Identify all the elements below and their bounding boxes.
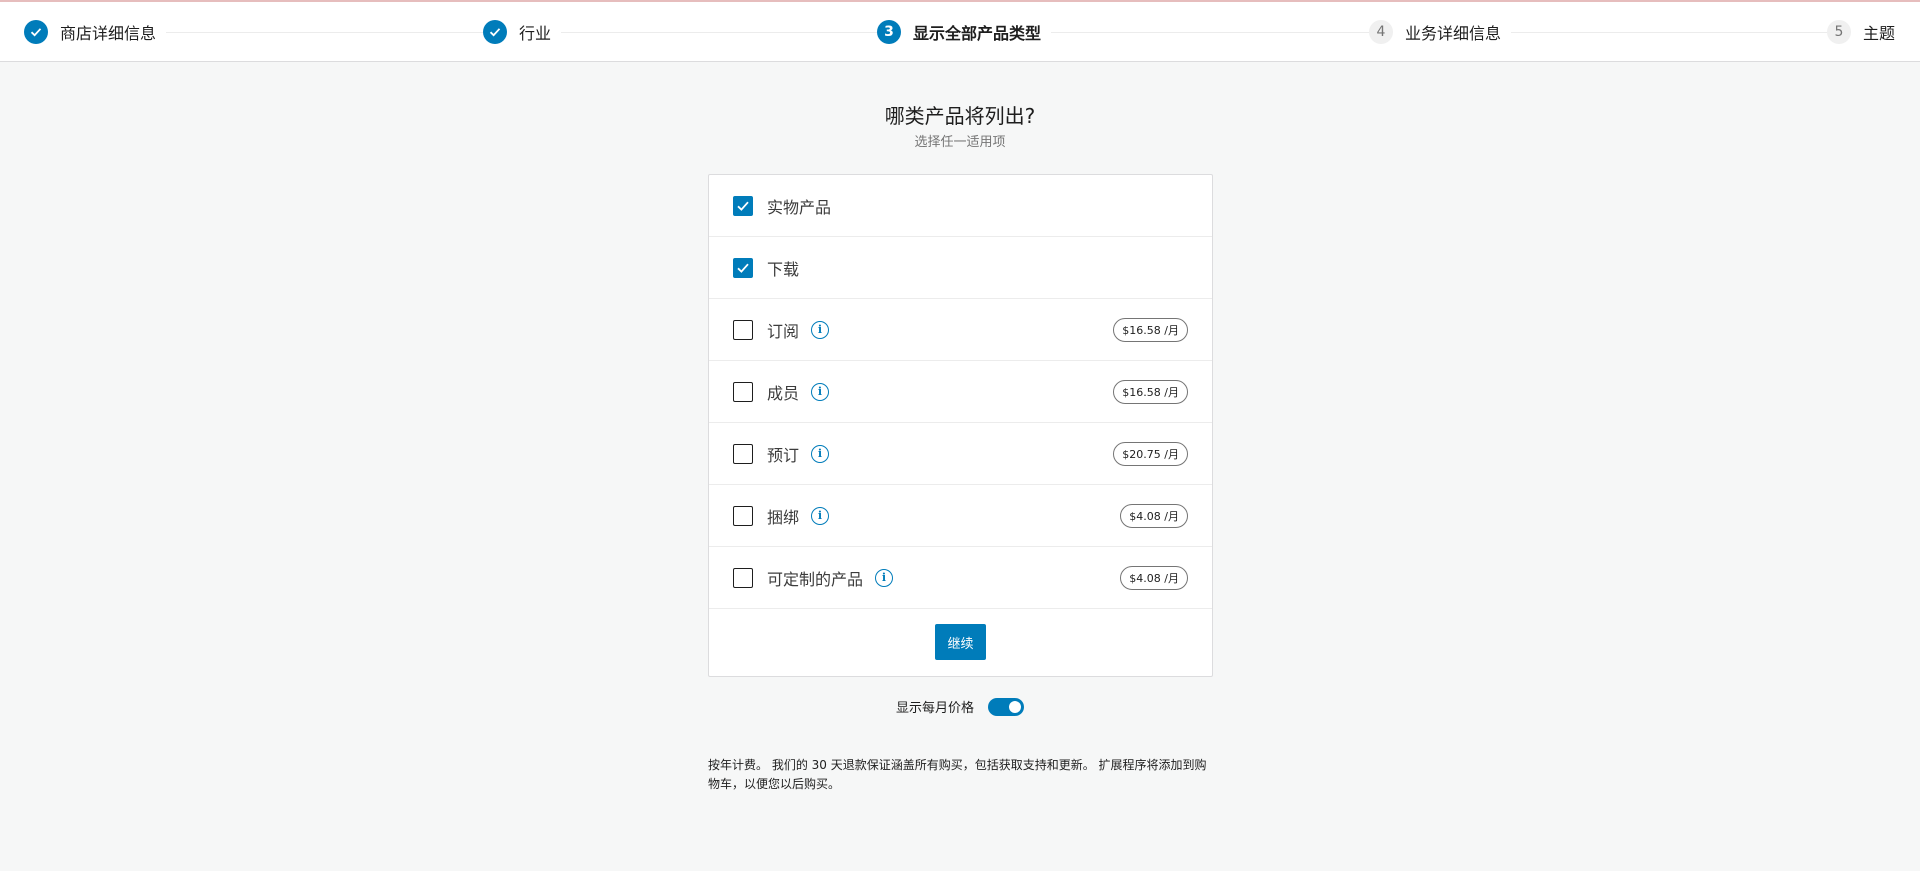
billing-note: 按年计费。 我们的 30 天退款保证涵盖所有购买，包括获取支持和更新。 扩展程序… bbox=[708, 758, 1207, 791]
info-icon[interactable]: i bbox=[811, 506, 830, 525]
step-industry[interactable]: 行业 bbox=[483, 19, 562, 45]
product-type-row[interactable]: 可定制的产品 i $4.08 /月 bbox=[709, 547, 1212, 609]
price-badge: $20.75 /月 bbox=[1113, 441, 1188, 466]
info-icon[interactable]: i bbox=[811, 382, 830, 401]
price-badge: $16.58 /月 bbox=[1113, 379, 1188, 404]
card-footer: 继续 bbox=[709, 609, 1212, 675]
product-type-label: 实物产品 bbox=[767, 197, 832, 217]
product-type-checkbox[interactable] bbox=[733, 195, 753, 216]
product-type-row[interactable]: 实物产品 bbox=[709, 175, 1212, 237]
step-label: 业务详细信息 bbox=[1405, 24, 1502, 43]
step-store-details[interactable]: 商店详细信息 bbox=[24, 19, 167, 45]
product-type-label: 下载 bbox=[767, 259, 800, 279]
info-icon[interactable]: i bbox=[811, 444, 830, 463]
continue-button[interactable]: 继续 bbox=[935, 624, 986, 660]
page-title: 哪类产品将列出? bbox=[884, 104, 1036, 128]
product-type-row[interactable]: 成员 i $16.58 /月 bbox=[709, 361, 1212, 423]
product-type-label: 成员 bbox=[767, 383, 800, 403]
monthly-price-toggle-label: 显示每月价格 bbox=[895, 701, 974, 716]
step-product-types[interactable]: 3 显示全部产品类型 bbox=[877, 19, 1052, 45]
product-type-checkbox[interactable] bbox=[733, 505, 753, 526]
product-type-checkbox[interactable] bbox=[733, 319, 753, 340]
product-type-checkbox[interactable] bbox=[733, 381, 753, 402]
step-label: 商店详细信息 bbox=[60, 24, 157, 43]
product-type-row[interactable]: 订阅 i $16.58 /月 bbox=[709, 299, 1212, 361]
step-label: 主题 bbox=[1863, 24, 1896, 43]
step-label: 行业 bbox=[519, 24, 552, 43]
product-type-row[interactable]: 预订 i $20.75 /月 bbox=[709, 423, 1212, 485]
monthly-price-toggle[interactable] bbox=[988, 697, 1024, 716]
price-badge: $4.08 /月 bbox=[1120, 503, 1188, 528]
step-number: 5 bbox=[1827, 20, 1851, 44]
product-type-checkbox[interactable] bbox=[733, 443, 753, 464]
price-badge: $4.08 /月 bbox=[1120, 565, 1188, 590]
product-types-card: 实物产品 下载 订阅 i $16.58 /月 成员 i $16.58 /月 预订 i $20.75 … bbox=[708, 174, 1213, 677]
step-business-details[interactable]: 4 业务详细信息 bbox=[1369, 19, 1512, 45]
checkmark-icon bbox=[737, 263, 749, 273]
product-type-checkbox[interactable] bbox=[733, 567, 753, 588]
step-number: 3 bbox=[877, 20, 901, 44]
setup-stepper: 商店详细信息 行业 3 显示全部产品类型 4 业务详细信息 5 主题 bbox=[0, 2, 1920, 62]
toggle-knob bbox=[1009, 700, 1021, 713]
product-type-row[interactable]: 捆绑 i $4.08 /月 bbox=[709, 485, 1212, 547]
info-icon[interactable]: i bbox=[875, 568, 894, 587]
info-icon[interactable]: i bbox=[811, 320, 830, 339]
product-type-checkbox[interactable] bbox=[733, 257, 753, 278]
product-type-label: 订阅 bbox=[767, 321, 800, 341]
price-badge: $16.58 /月 bbox=[1113, 317, 1188, 342]
check-icon bbox=[24, 20, 48, 44]
product-type-label: 捆绑 bbox=[767, 507, 800, 527]
step-theme[interactable]: 5 主题 bbox=[1827, 19, 1906, 45]
step-number: 4 bbox=[1369, 20, 1393, 44]
monthly-price-toggle-row: 显示每月价格 bbox=[0, 697, 1920, 716]
product-type-label: 可定制的产品 bbox=[767, 569, 864, 589]
check-icon bbox=[483, 20, 507, 44]
step-label: 显示全部产品类型 bbox=[913, 24, 1042, 43]
checkmark-icon bbox=[737, 201, 749, 211]
page-subtitle: 选择任一适用项 bbox=[914, 135, 1006, 150]
product-type-row[interactable]: 下载 bbox=[709, 237, 1212, 299]
product-type-label: 预订 bbox=[767, 445, 800, 465]
